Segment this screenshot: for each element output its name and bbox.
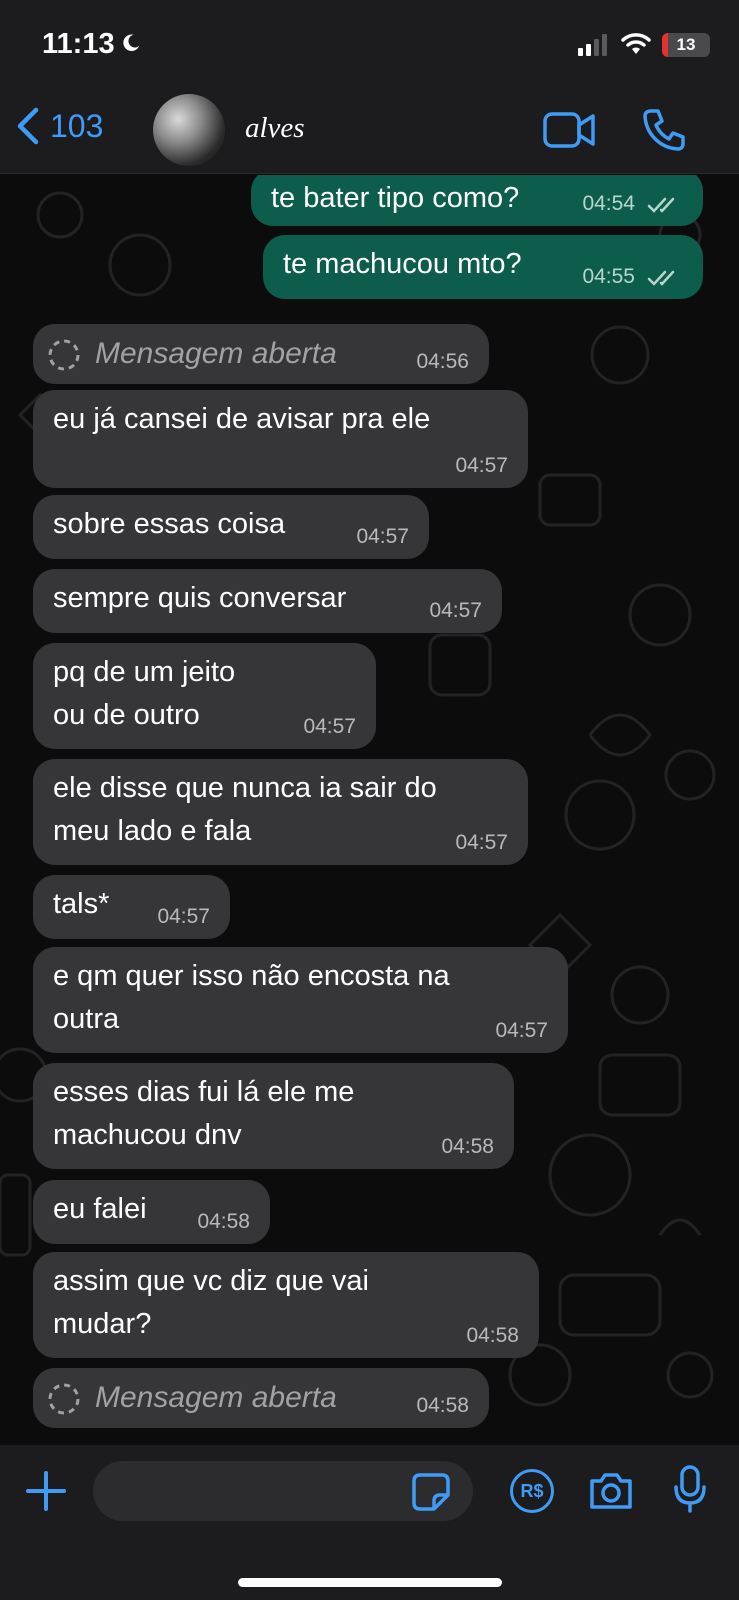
message-time: 04:58 — [466, 1324, 519, 1347]
incoming-message[interactable]: eu falei 04:58 — [33, 1180, 270, 1244]
outgoing-message[interactable]: te machucou mto? 04:55 — [263, 235, 703, 299]
view-once-icon — [48, 1383, 80, 1415]
read-receipt-icon — [647, 197, 675, 213]
view-once-message[interactable]: Mensagem aberta 04:58 — [33, 1368, 489, 1428]
incoming-message[interactable]: e qm quer isso não encosta na outra 04:57 — [33, 947, 568, 1053]
phone-icon[interactable] — [642, 108, 686, 152]
incoming-message[interactable]: sobre essas coisa 04:57 — [33, 495, 429, 559]
incoming-message[interactable]: sempre quis conversar 04:57 — [33, 569, 502, 633]
message-time: 04:57 — [356, 525, 409, 548]
sticker-icon[interactable] — [412, 1473, 450, 1511]
message-time: 04:58 — [197, 1210, 250, 1233]
message-input-bar: R$ — [0, 1445, 739, 1600]
unread-count: 103 — [50, 107, 104, 144]
pay-icon-label: R$ — [520, 1480, 544, 1501]
view-once-label: Mensagem aberta — [95, 337, 337, 370]
message-text: e qm quer isso não encosta na outra — [53, 960, 450, 1035]
home-indicator[interactable] — [238, 1578, 502, 1587]
status-bar: 11:13 13 — [0, 0, 739, 90]
incoming-message[interactable]: assim que vc diz que vai mudar? 04:58 — [33, 1252, 539, 1358]
message-time: 04:57 — [303, 715, 356, 738]
avatar[interactable] — [153, 94, 225, 166]
message-text: assim que vc diz que vai mudar? — [53, 1265, 369, 1340]
chat-area[interactable]: te bater tipo como? 04:54 te machucou mto?… — [0, 175, 739, 1445]
video-call-icon[interactable] — [543, 110, 595, 150]
moon-icon — [123, 34, 140, 51]
camera-icon[interactable] — [588, 1471, 634, 1511]
message-time: 04:55 — [582, 265, 635, 288]
message-text: sempre quis conversar — [53, 582, 347, 614]
battery-level: 13 — [676, 35, 696, 54]
message-time: 04:57 — [455, 454, 508, 477]
chat-header: 103 alves — [0, 90, 739, 174]
message-time: 04:57 — [157, 905, 210, 928]
message-time: 04:57 — [429, 599, 482, 622]
message-time: 04:58 — [441, 1135, 494, 1158]
pay-button[interactable]: R$ — [510, 1469, 554, 1513]
incoming-message[interactable]: tals* 04:57 — [33, 875, 230, 939]
outgoing-message[interactable]: te bater tipo como? 04:54 — [251, 175, 703, 226]
back-button[interactable]: 103 — [16, 106, 103, 146]
wifi-icon — [621, 33, 651, 54]
incoming-message[interactable]: eu já cansei de avisar pra ele 04:57 — [33, 390, 528, 488]
message-text: eu já cansei de avisar pra ele — [53, 403, 431, 435]
message-text: esses dias fui lá ele me machucou dnv — [53, 1076, 355, 1151]
status-time: 11:13 — [42, 28, 115, 60]
incoming-message[interactable]: ele disse que nunca ia sair do meu lado … — [33, 759, 528, 865]
message-time: 04:57 — [455, 831, 508, 854]
chevron-left-icon — [17, 107, 39, 145]
view-once-message[interactable]: Mensagem aberta 04:56 — [33, 324, 489, 384]
message-time: 04:56 — [416, 350, 469, 373]
incoming-message[interactable]: pq de um jeito ou de outro 04:57 — [33, 643, 376, 749]
message-time: 04:57 — [495, 1019, 548, 1042]
signal-icon — [578, 34, 607, 56]
incoming-message[interactable]: esses dias fui lá ele me machucou dnv 04:… — [33, 1063, 514, 1169]
view-once-label: Mensagem aberta — [95, 1381, 337, 1414]
microphone-icon[interactable] — [673, 1465, 707, 1513]
message-time: 04:58 — [416, 1394, 469, 1417]
message-time: 04:54 — [582, 192, 635, 215]
battery-charging-icon: 13 — [662, 33, 710, 57]
message-text: ele disse que nunca ia sair do meu lado … — [53, 772, 437, 847]
view-once-icon — [48, 339, 80, 371]
read-receipt-icon — [647, 270, 675, 286]
contact-name[interactable]: alves — [245, 112, 305, 145]
plus-icon[interactable] — [26, 1471, 66, 1511]
